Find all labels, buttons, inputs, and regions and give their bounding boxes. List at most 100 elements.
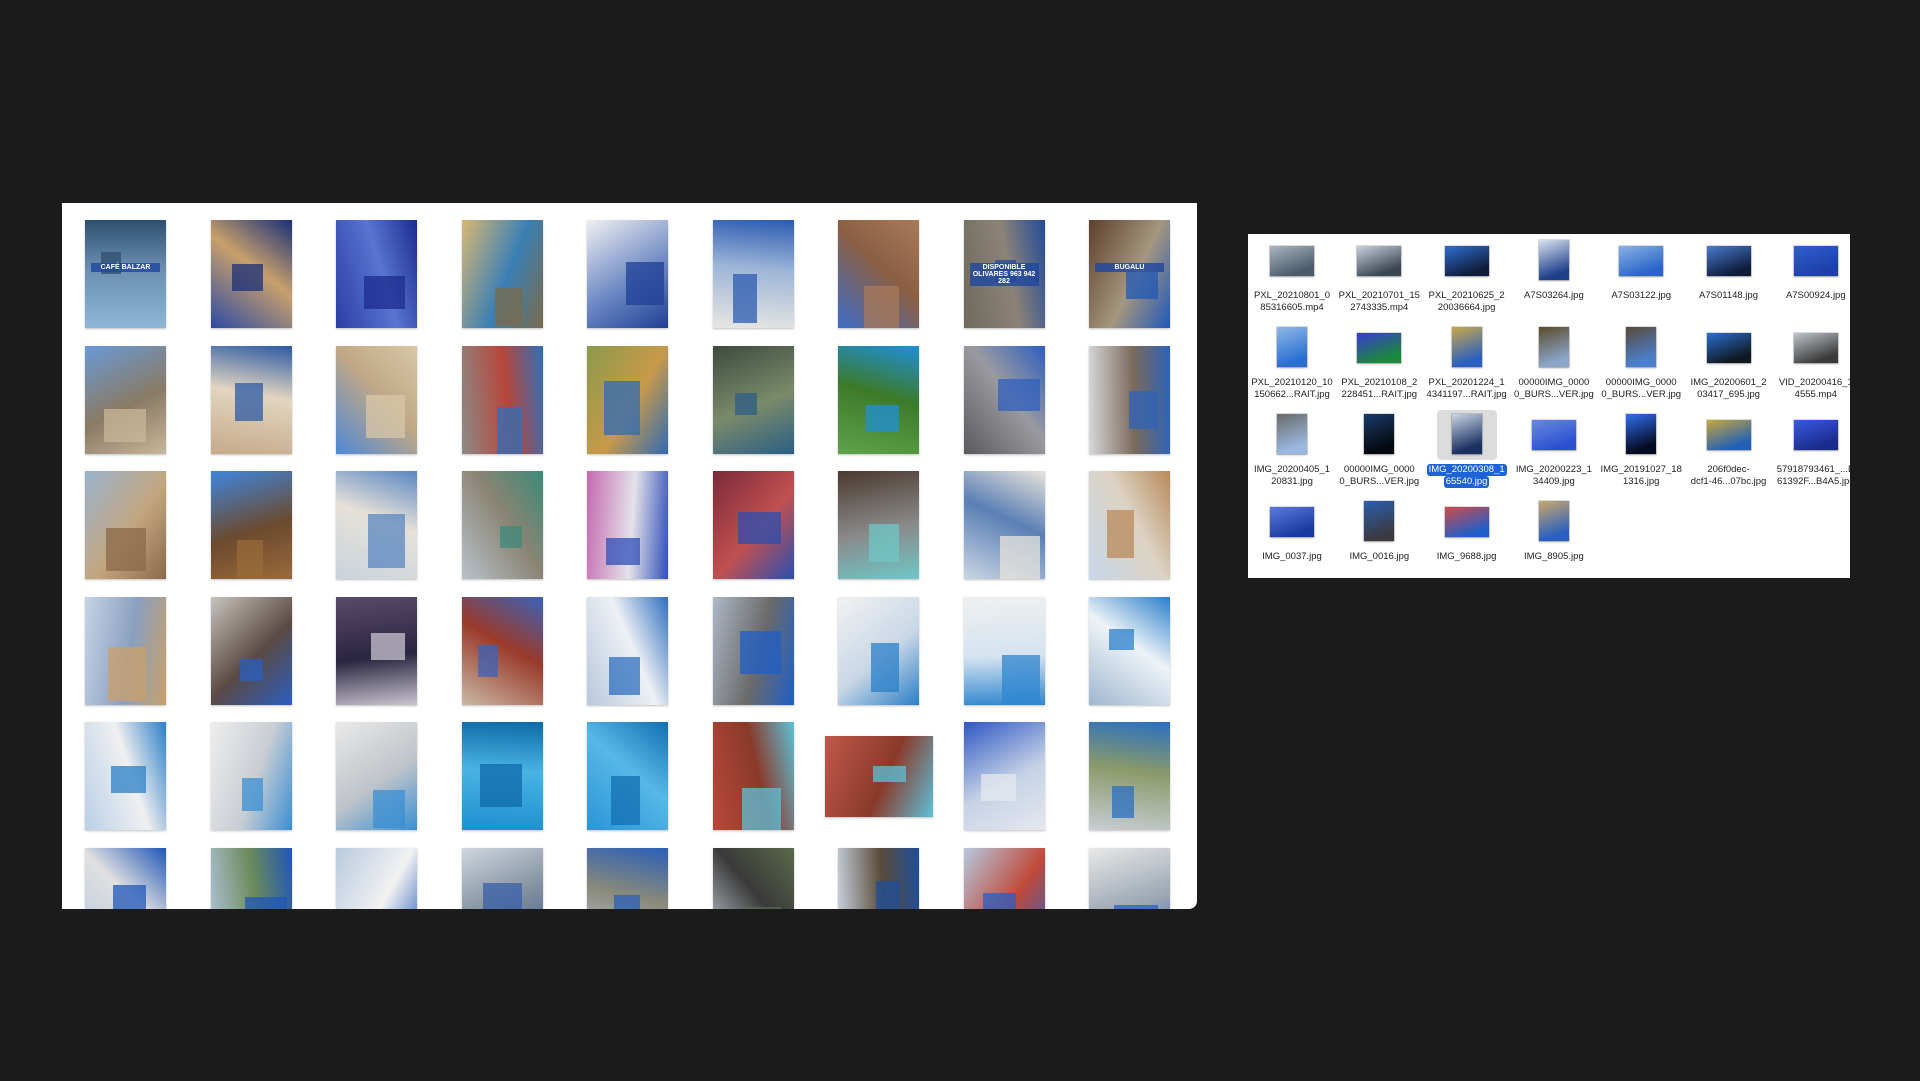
file-name-line: 0_BURS...VER.jpg bbox=[1601, 389, 1682, 400]
photo-thumbnail[interactable] bbox=[336, 596, 417, 705]
file-item[interactable]: IMG_20191027_18 1316.jpg bbox=[1597, 414, 1685, 498]
photo-thumbnail[interactable]: CAFÉ BALZAR bbox=[85, 220, 166, 328]
photo-thumbnail[interactable] bbox=[461, 471, 543, 579]
photo-thumbnail[interactable] bbox=[461, 722, 543, 830]
file-item[interactable]: PXL_20210120_10 150662...RAIT.jpg bbox=[1248, 327, 1336, 411]
photo-thumbnail[interactable] bbox=[461, 345, 543, 454]
file-name: A7S01148.jpg bbox=[1685, 290, 1773, 302]
file-item[interactable]: PXL_20201224_1 4341197...RAIT.jpg bbox=[1423, 327, 1511, 411]
photo-thumbnail[interactable] bbox=[587, 471, 668, 579]
photo-thumbnail[interactable] bbox=[1089, 847, 1170, 909]
photo-thumbnail[interactable]: BUGALU bbox=[1089, 220, 1170, 328]
photo-thumbnail[interactable] bbox=[963, 345, 1045, 454]
file-item[interactable]: IMG_20200405_1 20831.jpg bbox=[1248, 414, 1336, 498]
file-item[interactable]: A7S00924.jpg bbox=[1772, 240, 1850, 324]
image-thumbnail-icon bbox=[1444, 246, 1489, 276]
photo-thumbnail[interactable] bbox=[1089, 345, 1170, 454]
file-name-line: 00000IMG_0000 bbox=[1343, 464, 1415, 475]
photo-thumbnail[interactable] bbox=[587, 722, 668, 830]
photo-detail bbox=[982, 892, 1017, 909]
file-item[interactable]: 00000IMG_0000 0_BURS...VER.jpg bbox=[1597, 327, 1685, 411]
file-item[interactable]: IMG_20200601_2 03417_695.jpg bbox=[1685, 327, 1773, 411]
photo-thumbnail[interactable] bbox=[85, 722, 166, 830]
photo-thumbnail[interactable] bbox=[587, 220, 668, 328]
file-name-line: 150662...RAIT.jpg bbox=[1254, 389, 1330, 400]
photo-thumbnail[interactable] bbox=[336, 722, 417, 830]
file-item[interactable]: PXL_20210701_15 2743335.mp4 bbox=[1335, 240, 1423, 324]
photo-thumbnail[interactable] bbox=[712, 345, 794, 454]
photo-thumbnail[interactable]: DISPONIBLE OLIVARES 963 942 282 bbox=[963, 220, 1045, 328]
photo-thumbnail[interactable] bbox=[85, 596, 166, 705]
photo-detail bbox=[370, 633, 405, 661]
photo-thumbnail[interactable] bbox=[838, 471, 919, 579]
file-item[interactable]: PXL_20210108_2 228451...RAIT.jpg bbox=[1335, 327, 1423, 411]
photo-thumbnail[interactable] bbox=[963, 596, 1045, 705]
photo-thumbnail[interactable] bbox=[1089, 722, 1170, 830]
file-name: IMG_0016.jpg bbox=[1335, 551, 1423, 563]
photo-thumbnail[interactable] bbox=[963, 722, 1045, 830]
photo-thumbnail[interactable] bbox=[587, 596, 668, 705]
photo-thumbnail[interactable] bbox=[210, 471, 292, 579]
photo-thumbnail[interactable] bbox=[587, 847, 668, 909]
photo-thumbnail[interactable] bbox=[838, 847, 919, 909]
photo-thumbnail[interactable] bbox=[838, 596, 919, 705]
photo-thumbnail[interactable] bbox=[838, 220, 919, 328]
photo-thumbnail[interactable] bbox=[210, 847, 292, 909]
file-item[interactable]: IMG_0016.jpg bbox=[1335, 501, 1423, 578]
photo-detail bbox=[742, 787, 782, 830]
file-name-line: 206f0dec- bbox=[1707, 464, 1750, 475]
photo-thumbnail[interactable] bbox=[838, 345, 919, 454]
file-item[interactable]: A7S01148.jpg bbox=[1685, 240, 1773, 324]
file-item[interactable]: IMG_0037.jpg bbox=[1248, 501, 1336, 578]
photo-thumbnail[interactable] bbox=[210, 345, 292, 454]
photo-detail bbox=[234, 383, 264, 422]
photo-thumbnail[interactable] bbox=[336, 345, 417, 454]
photo-thumbnail[interactable] bbox=[336, 847, 417, 909]
file-item[interactable]: 00000IMG_0000 0_BURS...VER.jpg bbox=[1335, 414, 1423, 498]
file-item[interactable]: IMG_8905.jpg bbox=[1510, 501, 1598, 578]
file-name: 00000IMG_0000 0_BURS...VER.jpg bbox=[1597, 377, 1685, 401]
image-thumbnail-icon bbox=[1277, 327, 1307, 367]
photo-detail bbox=[106, 528, 146, 572]
photo-thumbnail[interactable] bbox=[85, 471, 166, 579]
photo-detail bbox=[480, 764, 523, 808]
photo-thumbnail[interactable] bbox=[712, 847, 794, 909]
file-name-line: IMG_20200405_1 bbox=[1253, 464, 1331, 475]
photo-thumbnail[interactable] bbox=[1089, 471, 1170, 579]
file-name-line: PXL_20210701_15 bbox=[1338, 290, 1420, 301]
photo-thumbnail[interactable] bbox=[712, 722, 794, 830]
photo-detail bbox=[625, 262, 664, 306]
file-item[interactable]: 57918793461_...D 61392F...B4A5.jpg bbox=[1772, 414, 1850, 498]
file-item[interactable]: VID_20200416_1 4555.mp4 bbox=[1772, 327, 1850, 411]
file-name-line: IMG_8905.jpg bbox=[1524, 551, 1584, 562]
photo-thumbnail[interactable] bbox=[963, 471, 1045, 579]
photo-thumbnail[interactable] bbox=[712, 471, 794, 579]
photo-thumbnail[interactable] bbox=[336, 471, 417, 579]
photo-thumbnail[interactable] bbox=[963, 847, 1045, 909]
photo-thumbnail[interactable] bbox=[712, 220, 794, 328]
file-item[interactable]: PXL_20210625_2 20036664.jpg bbox=[1423, 240, 1511, 324]
file-item[interactable]: 206f0dec-dcf1-46...07bc.jpg bbox=[1685, 414, 1773, 498]
photo-detail bbox=[876, 880, 899, 909]
photo-thumbnail[interactable] bbox=[210, 722, 292, 830]
photo-thumbnail[interactable] bbox=[336, 220, 417, 328]
file-item[interactable]: A7S03264.jpg bbox=[1510, 240, 1598, 324]
photo-thumbnail[interactable] bbox=[461, 220, 543, 328]
file-item[interactable]: A7S03122.jpg bbox=[1597, 240, 1685, 324]
photo-thumbnail[interactable] bbox=[85, 847, 166, 909]
photo-thumbnail[interactable] bbox=[461, 596, 543, 705]
photo-thumbnail[interactable] bbox=[461, 847, 543, 909]
photo-thumbnail[interactable] bbox=[85, 345, 166, 454]
file-item[interactable]: IMG_20200308_1 65540.jpg bbox=[1423, 410, 1511, 498]
file-item[interactable]: 00000IMG_0000 0_BURS...VER.jpg bbox=[1510, 327, 1598, 411]
photo-thumbnail[interactable] bbox=[210, 596, 292, 705]
file-item[interactable]: IMG_20200223_1 34409.jpg bbox=[1510, 414, 1598, 498]
photo-thumbnail[interactable] bbox=[210, 220, 292, 328]
file-item[interactable]: IMG_9688.jpg bbox=[1423, 501, 1511, 578]
file-item[interactable]: PXL_20210801_0 85316605.mp4 bbox=[1248, 240, 1336, 324]
photo-thumbnail[interactable] bbox=[1089, 596, 1170, 705]
photo-thumbnail[interactable] bbox=[825, 736, 933, 817]
file-name: 57918793461_...D 61392F...B4A5.jpg bbox=[1772, 464, 1850, 488]
photo-thumbnail[interactable] bbox=[587, 345, 668, 454]
photo-thumbnail[interactable] bbox=[712, 596, 794, 705]
